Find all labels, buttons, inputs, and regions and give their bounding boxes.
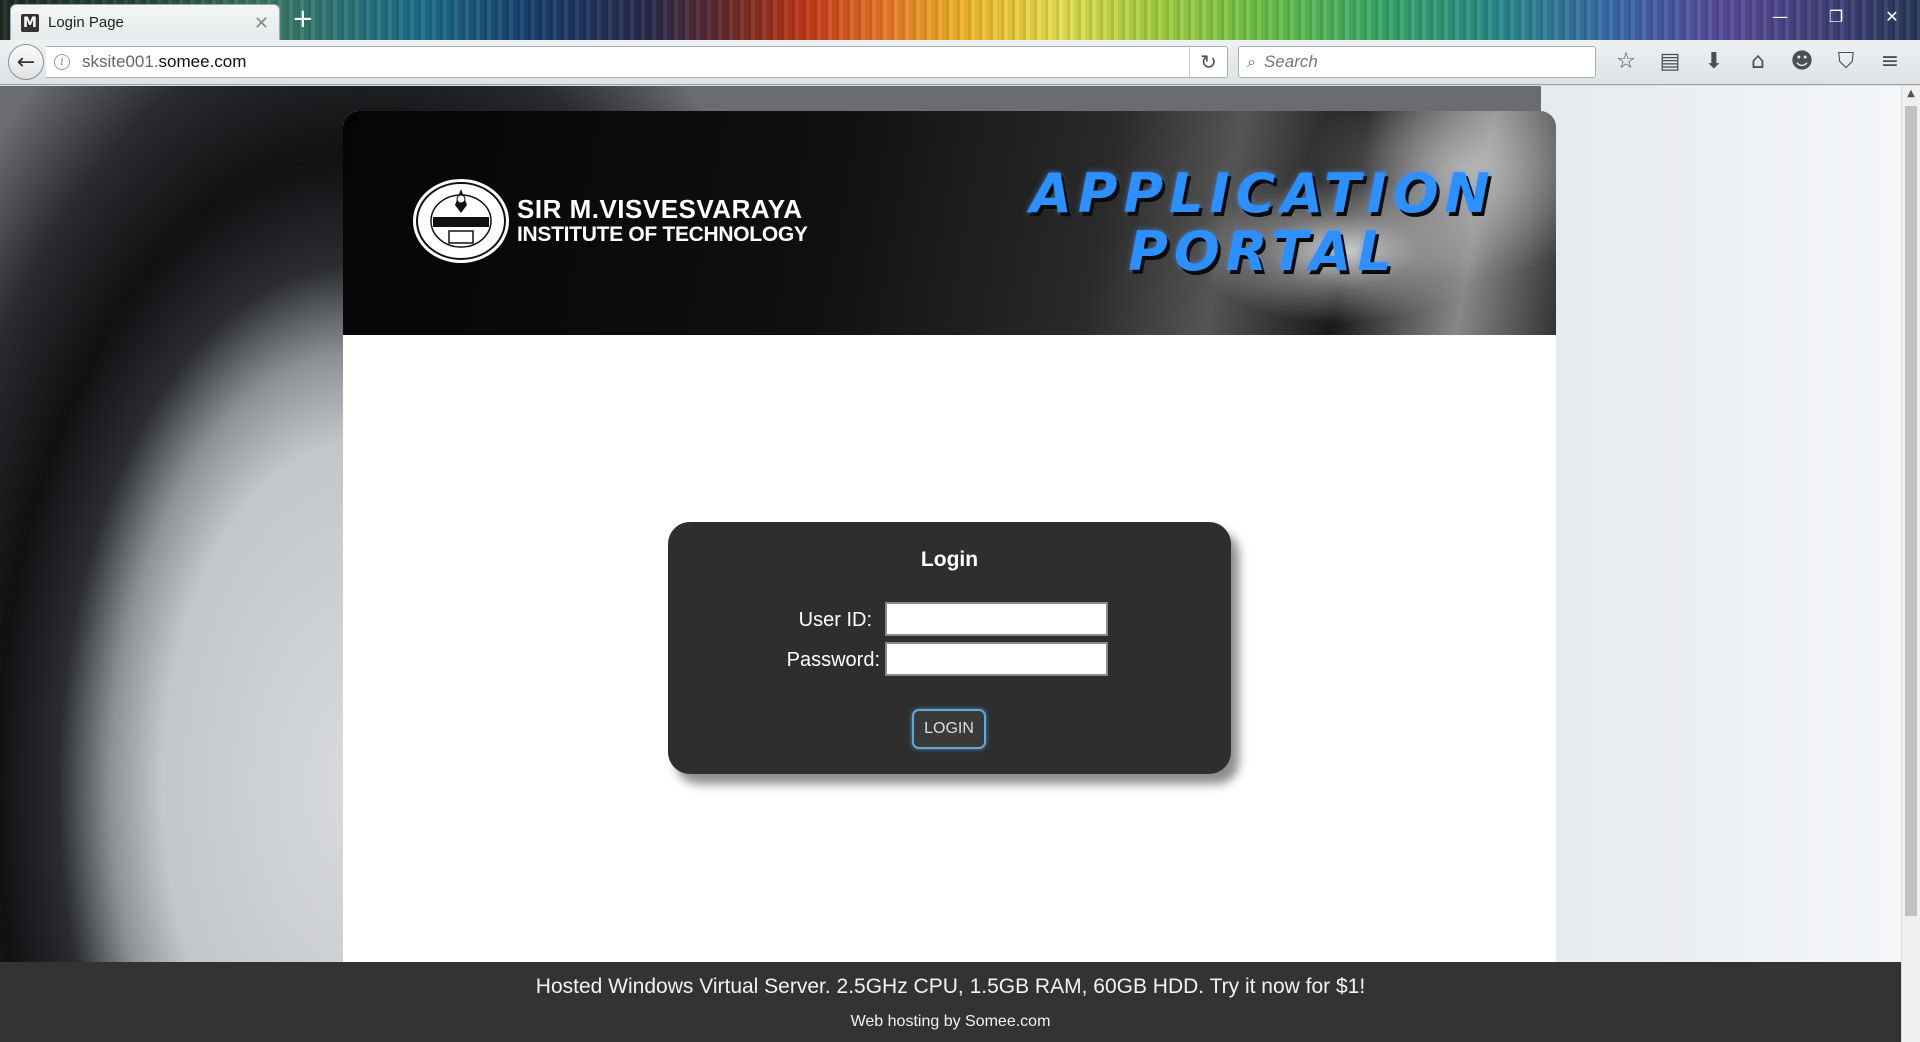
url-text[interactable]: sksite001.somee.com [82, 52, 1189, 72]
hosting-ad-link[interactable]: Hosted Windows Virtual Server. 2.5GHz CP… [0, 975, 1901, 999]
portal-title: APPLICATION PORTAL [993, 165, 1533, 281]
download-icon[interactable]: ⬇ [1692, 46, 1736, 78]
login-heading: Login [920, 548, 979, 571]
institute-logo: SIR M.VISVESVARAYA INSTITUTE OF TECHNOLO… [411, 177, 808, 265]
url-prefix: sksite001. [82, 52, 159, 71]
bookmark-star-icon[interactable]: ☆ [1604, 46, 1648, 78]
navigation-toolbar: ← i sksite001.somee.com ↻ ⌕ ☆ ▤ ⬇ ⌂ ☻ ⛉ … [0, 40, 1920, 85]
userid-label: User ID: [798, 609, 872, 631]
vertical-scrollbar[interactable]: ▲ [1901, 86, 1920, 1042]
password-input[interactable] [885, 642, 1108, 676]
institute-name: SIR M.VISVESVARAYA INSTITUTE OF TECHNOLO… [517, 194, 808, 246]
home-icon[interactable]: ⌂ [1736, 46, 1780, 78]
institute-name-line1: SIR M.VISVESVARAYA [517, 194, 803, 225]
url-domain: somee.com [158, 52, 247, 71]
search-icon: ⌕ [1247, 52, 1256, 71]
tab-close-icon[interactable]: ✕ [254, 14, 269, 32]
reading-list-icon[interactable]: ▤ [1648, 46, 1692, 78]
smiley-icon[interactable]: ☻ [1780, 46, 1824, 78]
hosting-credit-link[interactable]: Web hosting by Somee.com [0, 1013, 1901, 1031]
institute-name-line2: INSTITUTE OF TECHNOLOGY [517, 222, 808, 246]
site-favicon-icon: M [21, 13, 39, 32]
new-tab-icon[interactable]: + [292, 6, 314, 32]
search-input[interactable] [1263, 52, 1564, 72]
header-banner: SIR M.VISVESVARAYA INSTITUTE OF TECHNOLO… [343, 111, 1556, 335]
reload-icon[interactable]: ↻ [1189, 47, 1227, 77]
close-icon[interactable]: ✕ [1864, 0, 1920, 34]
minimize-icon[interactable]: — [1752, 0, 1808, 34]
toolbar-icons: ☆ ▤ ⬇ ⌂ ☻ ⛉ ≡ [1604, 46, 1912, 78]
hosting-footer: Hosted Windows Virtual Server. 2.5GHz CP… [0, 962, 1901, 1042]
pocket-icon[interactable]: ⛉ [1824, 46, 1868, 78]
menu-icon[interactable]: ≡ [1868, 46, 1912, 78]
back-arrow-icon[interactable]: ← [8, 44, 44, 80]
address-bar[interactable]: i sksite001.somee.com ↻ [46, 46, 1228, 78]
search-bar[interactable]: ⌕ [1238, 46, 1596, 78]
login-button[interactable]: LOGIN [912, 709, 986, 749]
tab-title: Login Page [48, 14, 124, 31]
restore-icon[interactable]: ❐ [1808, 0, 1864, 34]
site-info-icon[interactable]: i [54, 54, 70, 70]
window-titlebar: M Login Page ✕ + — ❐ ✕ [0, 0, 1920, 40]
institute-seal-icon [413, 179, 509, 263]
portal-title-line2: PORTAL [1128, 220, 1398, 283]
login-form: Login User ID: Password: LOGIN [668, 522, 1231, 774]
main-panel: SIR M.VISVESVARAYA INSTITUTE OF TECHNOLO… [343, 111, 1556, 1042]
window-controls: — ❐ ✕ [1752, 0, 1920, 34]
scroll-up-icon[interactable]: ▲ [1902, 88, 1920, 99]
scrollbar-thumb[interactable] [1905, 106, 1917, 916]
userid-input[interactable] [885, 602, 1108, 636]
portal-title-line1: APPLICATION [1030, 162, 1496, 225]
page-viewport: SIR M.VISVESVARAYA INSTITUTE OF TECHNOLO… [0, 86, 1901, 1042]
background-right [1541, 86, 1901, 1042]
password-label: Password: [786, 649, 880, 671]
browser-tab[interactable]: M Login Page ✕ [10, 4, 280, 40]
